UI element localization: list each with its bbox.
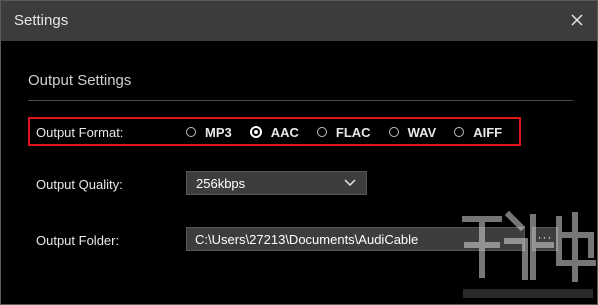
output-quality-value: 256kbps: [196, 176, 246, 191]
format-option-mp3[interactable]: MP3: [186, 125, 232, 140]
format-option-label: AIFF: [473, 124, 503, 140]
format-option-aiff[interactable]: AIFF: [454, 125, 502, 140]
output-format-radio-group: MP3 AAC FLAC WAV AIFF: [186, 123, 520, 141]
section-title: Output Settings: [28, 72, 132, 89]
format-option-label: WAV: [407, 124, 437, 140]
radio-button[interactable]: [186, 127, 196, 137]
output-quality-select[interactable]: 256kbps: [186, 171, 367, 195]
format-option-label: MP3: [205, 124, 232, 140]
format-option-label: FLAC: [335, 124, 371, 140]
section-divider: [28, 100, 573, 101]
format-option-aac[interactable]: AAC: [249, 124, 299, 140]
window-title: Settings: [14, 12, 69, 29]
close-button[interactable]: [567, 10, 587, 30]
radio-button[interactable]: [454, 127, 465, 137]
output-folder-value: C:\Users\27213\Documents\AudiCable: [195, 232, 419, 247]
format-option-flac[interactable]: FLAC: [316, 124, 371, 140]
output-format-label: Output Format:: [36, 125, 124, 140]
radio-button[interactable]: [388, 127, 399, 137]
format-option-label: AAC: [270, 124, 299, 140]
watermark-logo: [462, 210, 596, 298]
output-folder-label: Output Folder:: [36, 233, 120, 248]
settings-window: Settings Output Settings Output Format: …: [0, 0, 598, 305]
format-option-wav[interactable]: WAV: [388, 124, 437, 140]
output-quality-label: Output Quality:: [36, 177, 123, 192]
radio-button[interactable]: [249, 126, 262, 138]
close-icon: [571, 14, 583, 26]
title-bar: Settings: [1, 1, 597, 41]
chevron-down-icon: [344, 179, 356, 187]
radio-button[interactable]: [316, 127, 327, 137]
